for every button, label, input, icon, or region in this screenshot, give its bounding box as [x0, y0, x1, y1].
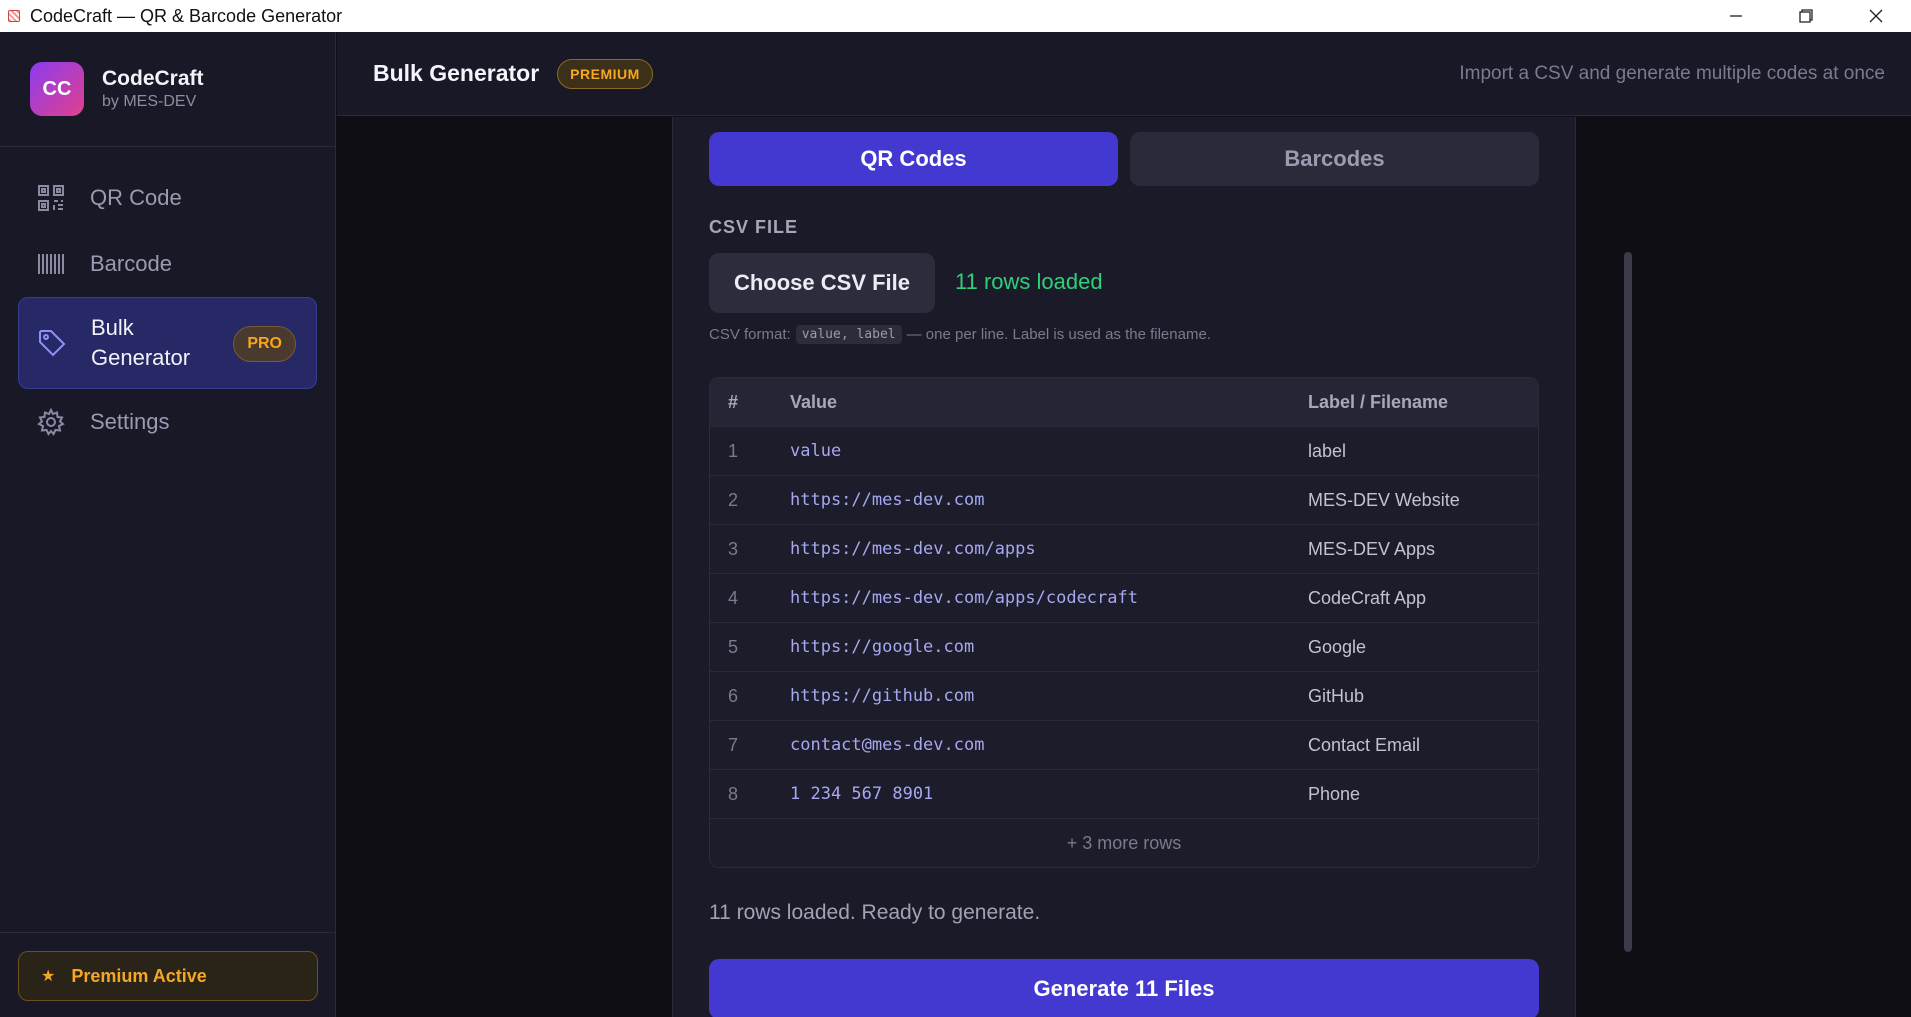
close-button[interactable] [1841, 0, 1911, 32]
table-row: 2 https://mes-dev.com MES-DEV Website [710, 475, 1538, 524]
sidebar: CC CodeCraft by MES-DEV QR Code Barcode … [0, 32, 336, 1017]
row-label: Contact Email [1308, 734, 1421, 755]
generate-files-button[interactable]: Generate 11 Files [709, 959, 1539, 1017]
premium-badge: PREMIUM [557, 58, 653, 89]
row-number: 5 [728, 636, 739, 657]
row-value: https://github.com [790, 686, 975, 706]
row-value: https://google.com [790, 637, 975, 657]
barcode-icon [36, 249, 66, 279]
code-type-tabs: QR Codes Barcodes [709, 132, 1539, 186]
row-label: label [1308, 440, 1347, 461]
tab-barcodes[interactable]: Barcodes [1130, 132, 1539, 186]
restore-icon [1799, 9, 1813, 23]
row-value: value [790, 441, 842, 461]
row-value: https://mes-dev.com/apps [790, 539, 1036, 559]
tab-qr-codes[interactable]: QR Codes [709, 132, 1118, 186]
sidebar-item-label: Bulk Generator [91, 315, 191, 370]
csv-section-label: CSV FILE [709, 217, 799, 237]
table-row: 5 https://google.com Google [710, 622, 1538, 671]
main-content: QR Codes Barcodes CSV FILE Choose CSV Fi… [337, 117, 1911, 1017]
more-rows-indicator: + 3 more rows [710, 818, 1538, 867]
rows-loaded-status: 11 rows loaded [955, 269, 1103, 294]
close-icon [1869, 9, 1883, 23]
choose-csv-button[interactable]: Choose CSV File [709, 253, 935, 313]
row-number: 4 [728, 587, 739, 608]
row-value: https://mes-dev.com [790, 490, 985, 510]
table-body: 1 value label 2 https://mes-dev.com MES-DEV W… [710, 426, 1538, 818]
minimize-icon [1730, 15, 1742, 17]
sidebar-item-label: Barcode [90, 251, 172, 276]
bulk-panel: QR Codes Barcodes CSV FILE Choose CSV Fi… [672, 117, 1576, 1017]
column-header-number: # [728, 391, 739, 412]
tag-icon [37, 328, 67, 358]
brand-text: CodeCraft by MES-DEV [102, 67, 204, 111]
row-label: CodeCraft App [1308, 587, 1427, 608]
brand-subtitle: by MES-DEV [102, 93, 197, 110]
row-label: GitHub [1308, 685, 1365, 706]
restore-button[interactable] [1771, 0, 1841, 32]
column-header-label: Label / Filename [1308, 391, 1449, 412]
table-row: 1 value label [710, 426, 1538, 475]
sidebar-item-label: Settings [90, 409, 170, 434]
table-row: 3 https://mes-dev.com/apps MES-DEV Apps [710, 524, 1538, 573]
page-title: Bulk Generator [373, 60, 540, 86]
csv-format-hint: CSV format: value, label — one per line.… [709, 325, 1211, 344]
brand: CC CodeCraft by MES-DEV [0, 32, 335, 147]
ready-status: 11 rows loaded. Ready to generate. [709, 901, 1041, 924]
row-number: 7 [728, 734, 739, 755]
brand-logo: CC [30, 62, 84, 116]
sidebar-item-settings[interactable]: Settings [18, 389, 317, 455]
premium-active-label: Premium Active [71, 965, 207, 986]
row-number: 2 [728, 489, 739, 510]
row-label: MES-DEV Website [1308, 489, 1460, 510]
csv-preview-table: # Value Label / Filename 1 value label 2 htt… [709, 377, 1539, 868]
brand-name: CodeCraft [102, 67, 204, 90]
app-icon [8, 10, 20, 22]
sidebar-item-barcode[interactable]: Barcode [18, 231, 317, 297]
hint-suffix: — one per line. Label is used as the fil… [906, 326, 1211, 343]
table-row: 7 contact@mes-dev.com Contact Email [710, 720, 1538, 769]
hint-code: value, label [795, 325, 902, 344]
table-row: 6 https://github.com GitHub [710, 671, 1538, 720]
window-title: CodeCraft — QR & Barcode Generator [30, 5, 343, 26]
premium-active-button[interactable]: ★ Premium Active [18, 951, 318, 1001]
table-header: # Value Label / Filename [710, 378, 1538, 426]
table-row: 4 https://mes-dev.com/apps/codecraft CodeC… [710, 573, 1538, 622]
sidebar-nav: QR Code Barcode Bulk Generator PRO Setti… [0, 147, 335, 455]
sidebar-footer: ★ Premium Active [0, 932, 336, 1017]
page-header: Bulk Generator PREMIUM Import a CSV and … [337, 32, 1911, 116]
window-controls [1701, 0, 1911, 32]
row-number: 1 [728, 440, 739, 461]
star-icon: ★ [41, 968, 56, 985]
column-header-value: Value [790, 391, 838, 412]
sidebar-item-qr-code[interactable]: QR Code [18, 165, 317, 231]
scrollbar-thumb[interactable] [1624, 252, 1632, 952]
page-description: Import a CSV and generate multiple codes… [1459, 62, 1885, 84]
row-number: 8 [728, 783, 739, 804]
row-value: 1 234 567 8901 [790, 784, 934, 804]
row-label: MES-DEV Apps [1308, 538, 1436, 559]
row-label: Google [1308, 636, 1367, 657]
qr-code-icon [36, 183, 66, 213]
sidebar-item-bulk-generator[interactable]: Bulk Generator PRO [18, 297, 317, 389]
table-row: 8 1 234 567 8901 Phone [710, 769, 1538, 818]
row-number: 3 [728, 538, 739, 559]
hint-prefix: CSV format: [709, 326, 791, 343]
minimize-button[interactable] [1701, 0, 1771, 32]
row-number: 6 [728, 685, 739, 706]
row-label: Phone [1308, 783, 1361, 804]
row-value: https://mes-dev.com/apps/codecraft [790, 588, 1138, 608]
row-value: contact@mes-dev.com [790, 735, 985, 755]
gear-icon [36, 407, 66, 437]
sidebar-item-label: QR Code [90, 185, 182, 210]
title-bar: CodeCraft — QR & Barcode Generator [0, 0, 1911, 32]
pro-badge: PRO [233, 326, 296, 362]
